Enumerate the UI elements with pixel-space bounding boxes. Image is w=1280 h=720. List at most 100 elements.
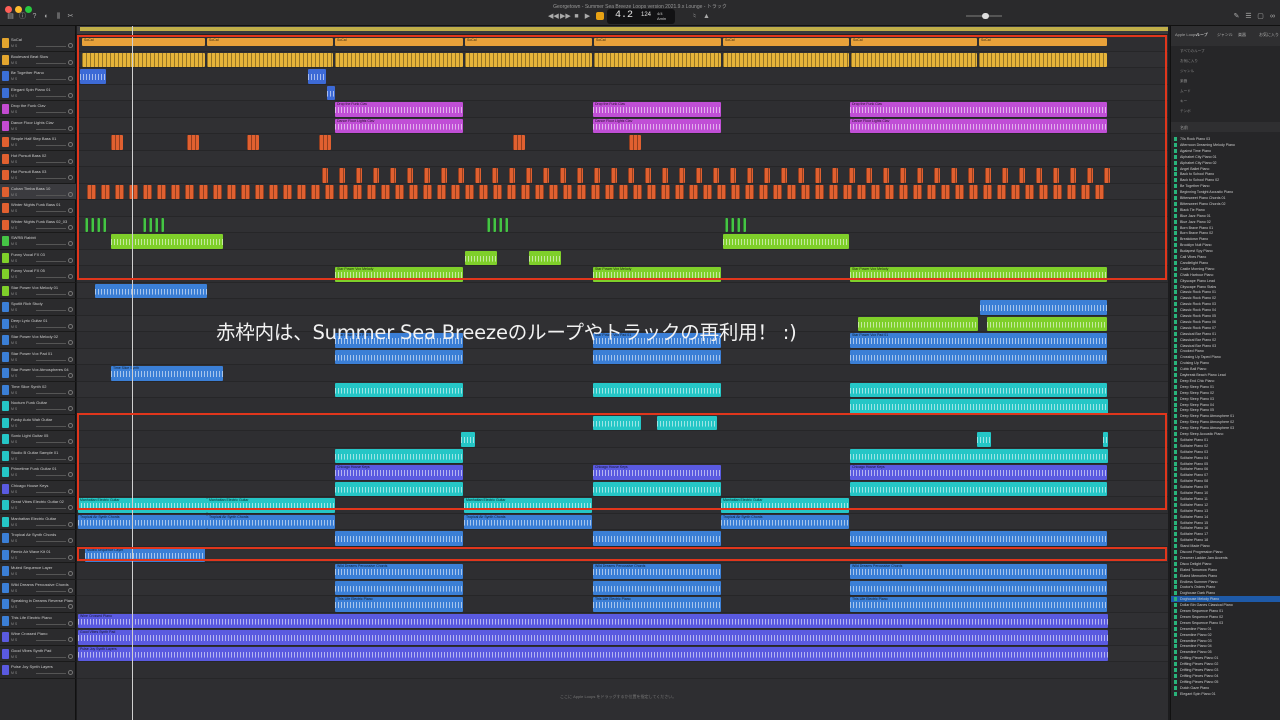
mute-solo-buttons[interactable]: M S xyxy=(11,193,17,197)
mute-solo-buttons[interactable]: M S xyxy=(11,605,17,609)
region[interactable] xyxy=(850,382,1107,397)
track-name[interactable]: Pulse Joy Synth Layers xyxy=(11,664,73,669)
track-name[interactable]: Wild Dreams Percussive Chords xyxy=(11,582,73,587)
track-name[interactable]: Time Slice Synth 02 xyxy=(11,384,73,389)
region[interactable] xyxy=(858,316,978,331)
track-volume-fader[interactable] xyxy=(36,128,66,130)
mute-solo-buttons[interactable]: M S xyxy=(11,77,17,81)
track-name[interactable]: SoCal xyxy=(11,37,73,42)
pan-knob[interactable] xyxy=(68,521,73,527)
loop-browser-icon[interactable]: ∞ xyxy=(1268,12,1277,21)
browser-tab[interactable]: ジャンル xyxy=(1217,32,1233,38)
track-header[interactable]: Be Together Piano M S xyxy=(0,68,76,85)
track-volume-fader[interactable] xyxy=(36,409,66,410)
track-header[interactable]: Boulevard Beat Slow M S xyxy=(0,52,76,68)
track-name[interactable]: Boulevard Beat Slow xyxy=(11,54,73,59)
track-header[interactable]: Funny Vocal FX 05 M S xyxy=(0,266,76,283)
smart-controls-icon[interactable]: ◐ xyxy=(42,12,51,21)
browser-name-column[interactable]: 名前 xyxy=(1180,125,1188,131)
track-volume-fader[interactable] xyxy=(36,376,66,377)
browser-result-list[interactable]: 70s Rock Piano 03 Afternoon Dreaming Melo… xyxy=(1171,136,1280,720)
track-name[interactable]: Star Power Vox Atmospheres 04 xyxy=(11,367,73,372)
mute-solo-buttons[interactable]: M S xyxy=(11,440,17,444)
pan-knob[interactable] xyxy=(68,571,73,576)
track-header[interactable]: Sonic Light Guitar 05 M S xyxy=(0,431,76,448)
region[interactable] xyxy=(593,531,721,546)
region[interactable] xyxy=(850,349,1107,364)
track-header[interactable]: Speaking in Dreams Reverse Piano 03 M S xyxy=(0,596,76,613)
region[interactable] xyxy=(593,349,721,364)
track-name[interactable]: SWRB Rabbit xyxy=(11,235,73,240)
track-volume-fader[interactable] xyxy=(36,145,66,146)
pan-knob[interactable] xyxy=(68,76,73,81)
track-name[interactable]: Dance Floor Lights Clav xyxy=(11,120,73,125)
pan-knob[interactable] xyxy=(68,92,73,98)
track-header[interactable]: Elegant Spin Piano 01 M S xyxy=(0,85,76,101)
track-name[interactable]: This Life Electric Piano xyxy=(11,615,73,620)
browser-filter-row[interactable]: 楽器 xyxy=(1171,78,1280,84)
pan-knob[interactable] xyxy=(68,191,73,197)
pan-knob[interactable] xyxy=(68,142,73,147)
browser-filter-row[interactable]: ムード xyxy=(1171,88,1280,94)
pan-knob[interactable] xyxy=(68,257,73,263)
track-volume-fader[interactable] xyxy=(36,425,66,427)
region[interactable] xyxy=(95,283,207,298)
help-icon[interactable]: ? xyxy=(30,12,39,21)
track-name[interactable]: Elegant Spin Piano 01 xyxy=(11,87,73,92)
track-volume-fader[interactable] xyxy=(36,343,66,344)
mute-solo-buttons[interactable]: M S xyxy=(11,176,17,180)
track-header[interactable]: Muted Sequence Layer M S xyxy=(0,563,76,580)
track-volume-fader[interactable] xyxy=(36,277,66,278)
master-volume-knob[interactable] xyxy=(982,13,989,19)
track-volume-fader[interactable] xyxy=(36,260,66,262)
track-volume-fader[interactable] xyxy=(36,475,66,476)
track-header[interactable]: Funky Auto Wah Guitar M S xyxy=(0,415,76,431)
pan-knob[interactable] xyxy=(68,604,73,609)
track-header[interactable]: Deep Lyric Guitar 01 M S xyxy=(0,316,76,332)
pan-knob[interactable] xyxy=(68,620,73,626)
pan-knob[interactable] xyxy=(68,224,73,230)
region[interactable]: Good Vibes Synth Pad xyxy=(78,630,1108,645)
region[interactable]: Tropical Air Synth Chords xyxy=(207,514,335,529)
track-lane[interactable] xyxy=(77,365,1168,382)
mute-solo-buttons[interactable]: M S xyxy=(11,473,17,477)
track-volume-fader[interactable] xyxy=(36,161,66,163)
track-volume-fader[interactable] xyxy=(36,359,66,361)
track-name[interactable]: Primetime Funk Guitar 01 xyxy=(11,466,73,471)
track-volume-fader[interactable] xyxy=(36,524,66,526)
track-volume-fader[interactable] xyxy=(36,62,66,64)
mute-solo-buttons[interactable]: M S xyxy=(11,655,17,659)
track-name[interactable]: Winter Nights Funk Bass 02_03 xyxy=(11,219,73,224)
pan-knob[interactable] xyxy=(68,373,73,378)
track-header[interactable]: Winter Nights Funk Bass 01 M S xyxy=(0,200,76,217)
track-name[interactable]: Tropical Air Synth Chords xyxy=(11,532,73,537)
track-volume-fader[interactable] xyxy=(36,656,66,658)
browser-filter-row[interactable]: ジャンル xyxy=(1171,68,1280,74)
browser-tab[interactable]: Apple Loops xyxy=(1175,32,1197,37)
mute-solo-buttons[interactable]: M S xyxy=(11,61,17,65)
track-volume-fader[interactable] xyxy=(36,442,66,443)
track-header[interactable]: Primetime Funk Guitar 01 M S xyxy=(0,464,76,481)
track-header[interactable]: Star Power Vox Melody 02 M S xyxy=(0,332,76,349)
track-volume-fader[interactable] xyxy=(36,458,66,460)
track-header[interactable]: Nocturn Funk Guitar M S xyxy=(0,398,76,415)
region[interactable]: Tropical Air Synth Chords xyxy=(464,514,592,529)
mute-solo-buttons[interactable]: M S xyxy=(11,457,17,461)
mute-solo-buttons[interactable]: M S xyxy=(11,572,17,576)
browser-filter-row[interactable]: テンポ xyxy=(1171,108,1280,114)
track-name[interactable]: Studio B Guitar Sample 01 xyxy=(11,450,73,455)
track-volume-fader[interactable] xyxy=(36,590,66,592)
region[interactable]: Star Power Vox Pad 01 xyxy=(850,333,1107,348)
region[interactable] xyxy=(850,580,1107,595)
pan-knob[interactable] xyxy=(68,307,73,312)
track-header[interactable]: Studio B Guitar Sample 01 M S xyxy=(0,448,76,464)
pan-knob[interactable] xyxy=(68,323,73,329)
region[interactable]: Pulse Joy Synth Layers xyxy=(78,646,1108,661)
track-header[interactable]: Spotlit Rich Study M S xyxy=(0,299,76,316)
track-header[interactable]: Simple Half Step Bass 01 M S xyxy=(0,134,76,151)
track-volume-fader[interactable] xyxy=(36,574,66,575)
track-volume-fader[interactable] xyxy=(36,623,66,625)
browser-filter-row[interactable]: キー xyxy=(1171,98,1280,104)
mute-solo-buttons[interactable]: M S xyxy=(11,341,17,345)
track-volume-fader[interactable] xyxy=(36,640,66,641)
